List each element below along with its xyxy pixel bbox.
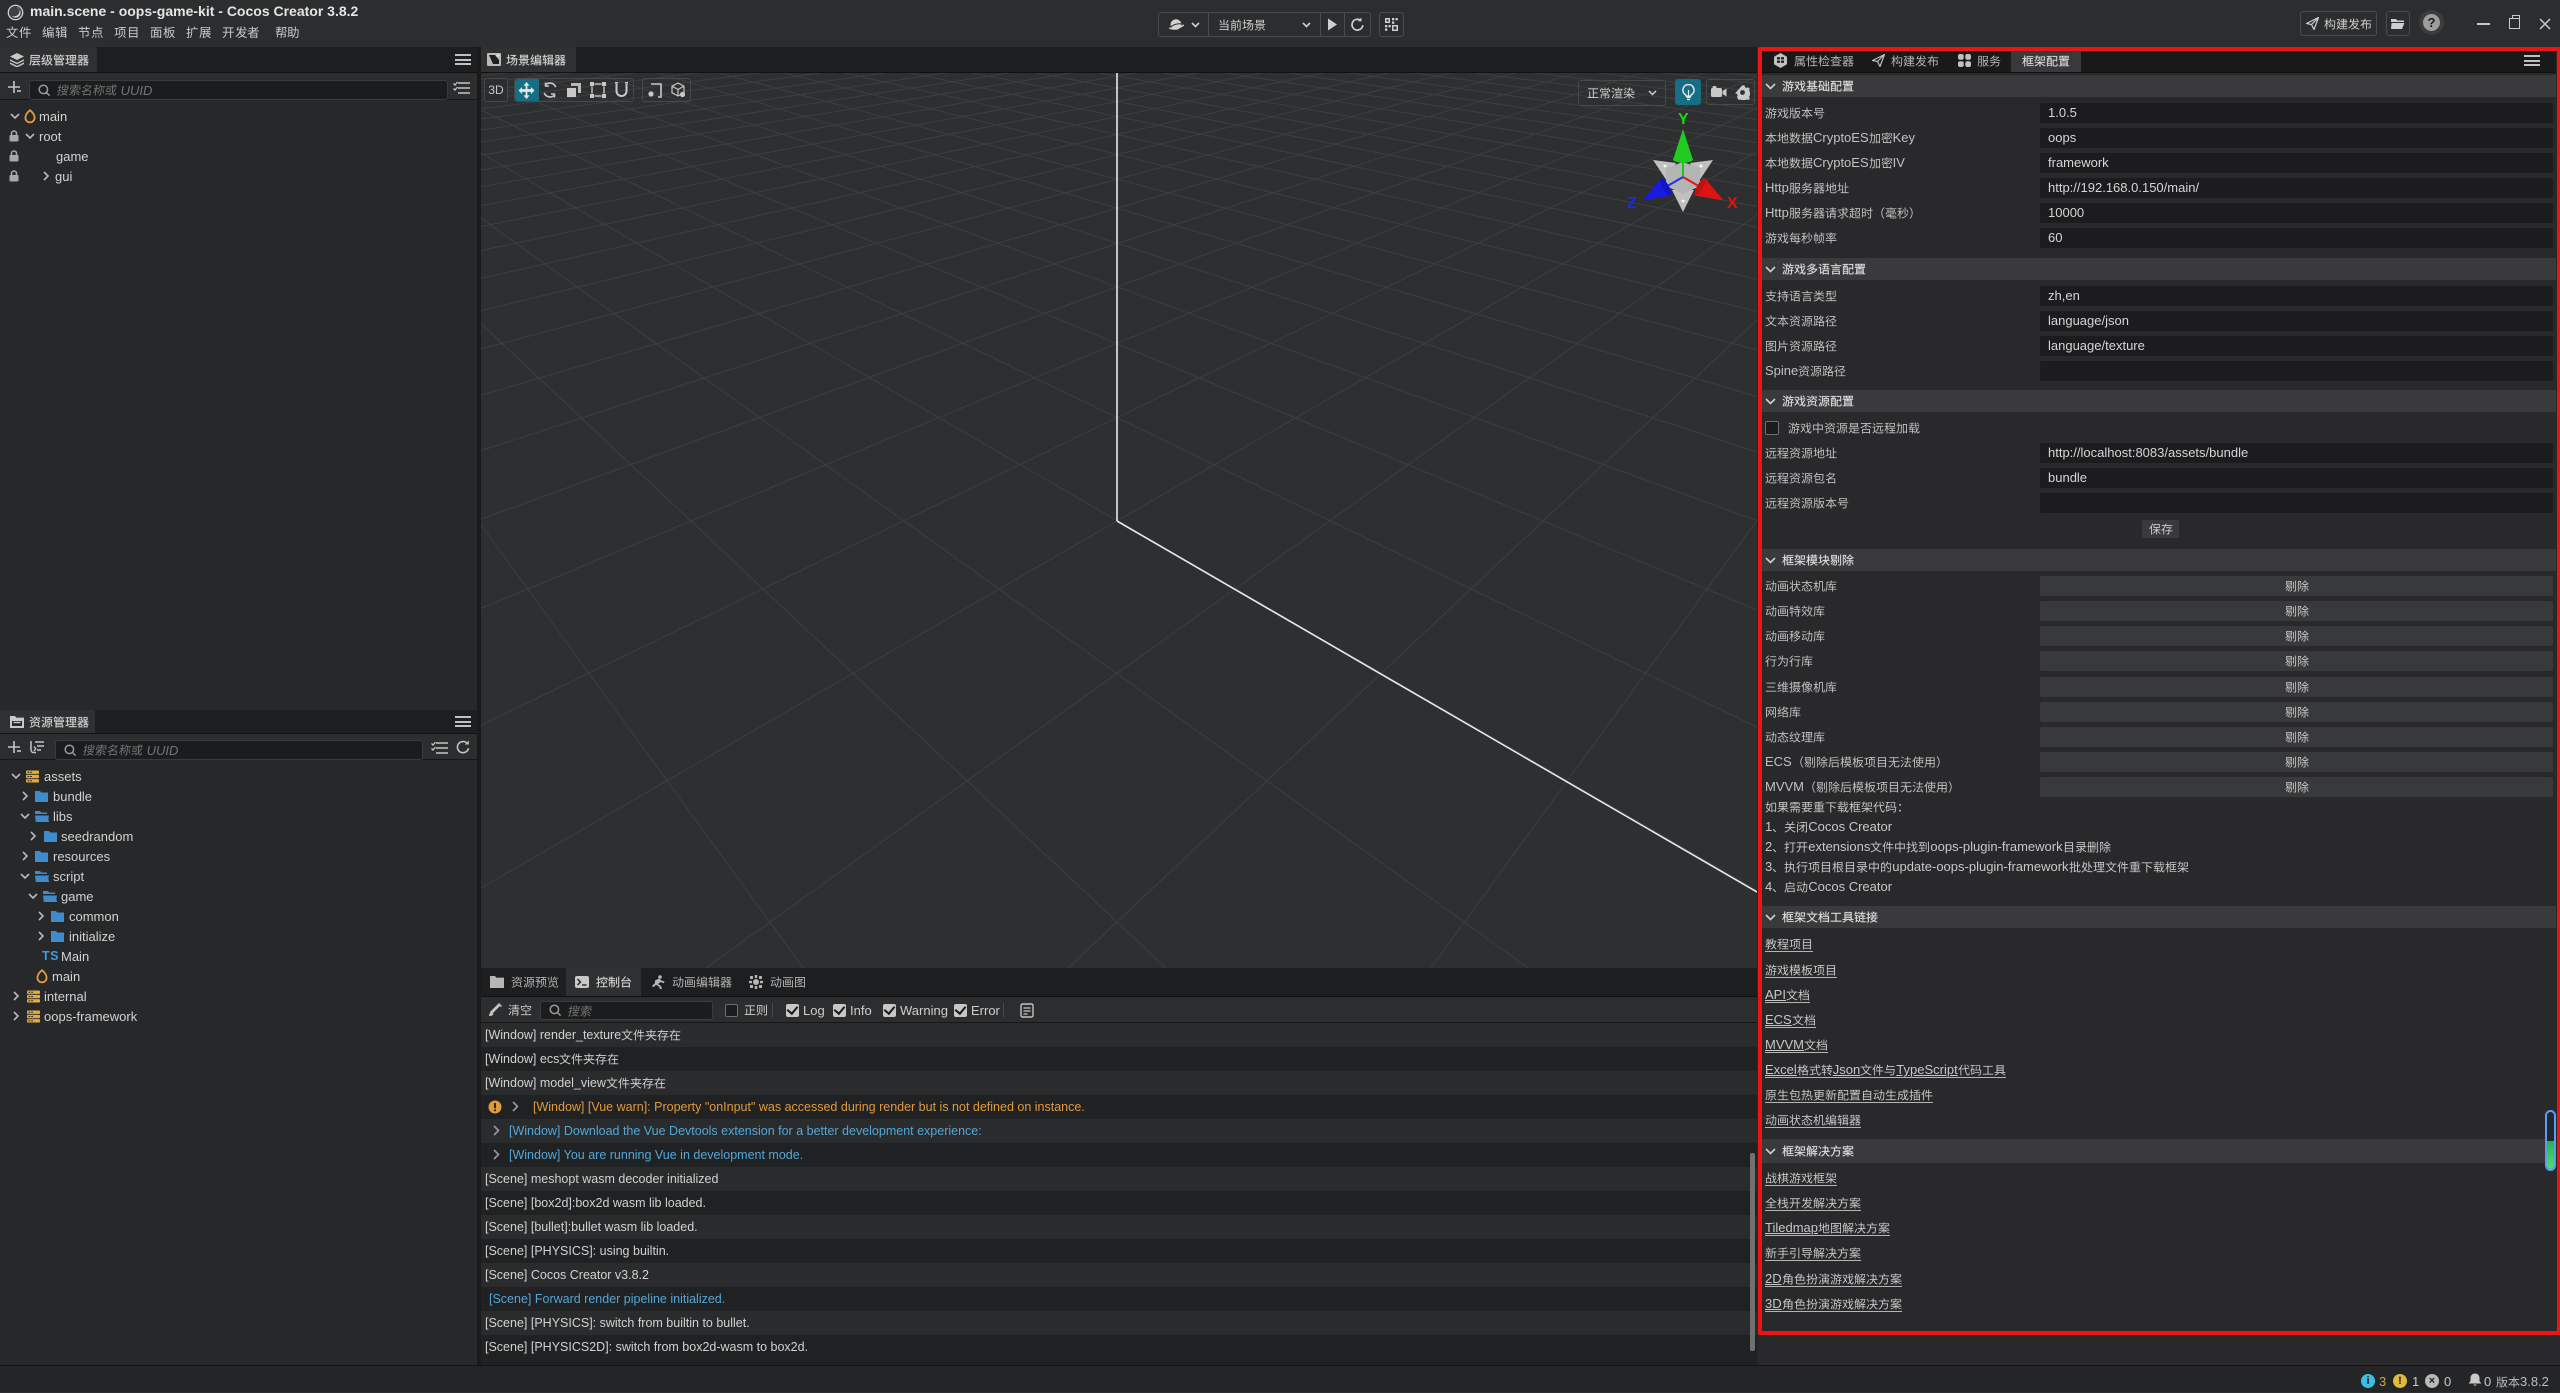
svg-text:X: X	[1727, 195, 1738, 212]
svg-text:Z: Z	[1627, 195, 1637, 212]
svg-text:Y: Y	[1678, 111, 1689, 128]
